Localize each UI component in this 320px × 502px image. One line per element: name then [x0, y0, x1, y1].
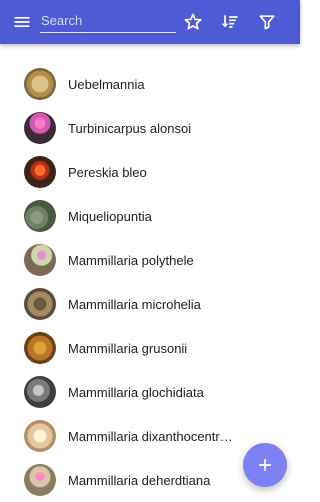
- list-item-label: Mammillaria dixanthocentr…: [68, 428, 233, 444]
- list-item-label: Turbinicarpus alonsoi: [68, 120, 192, 136]
- filter-icon: [259, 15, 275, 30]
- cactus-photo-icon: [24, 376, 56, 408]
- filter-button[interactable]: [255, 10, 279, 34]
- list-item[interactable]: Mammillaria glochidiata: [0, 370, 300, 414]
- cactus-photo-icon: [24, 156, 56, 188]
- sort-icon: [221, 15, 238, 28]
- cactus-photo-icon: [24, 420, 56, 452]
- list-item-label: Pereskia bleo: [68, 164, 147, 180]
- cactus-photo-icon: [24, 68, 56, 100]
- star-icon: [184, 13, 202, 30]
- cactus-photo-icon: [24, 200, 56, 232]
- plus-icon: [259, 459, 271, 471]
- cactus-photo-icon: [24, 244, 56, 276]
- app-bar: [0, 0, 300, 44]
- list-item-label: Miqueliopuntia: [68, 208, 152, 224]
- list-item-label: Mammillaria grusonii: [68, 340, 188, 356]
- list-item[interactable]: Mammillaria grusonii: [0, 326, 300, 370]
- list-item-label: Mammillaria microhelia: [68, 296, 201, 312]
- search-input[interactable]: [40, 8, 176, 33]
- sort-button[interactable]: [218, 10, 242, 34]
- list-item[interactable]: Uebelmannia: [0, 62, 300, 106]
- add-button[interactable]: [243, 443, 287, 487]
- cactus-photo-icon: [24, 112, 56, 144]
- menu-icon: [14, 17, 30, 27]
- list-item[interactable]: Turbinicarpus alonsoi: [0, 106, 300, 150]
- list-item[interactable]: Mammillaria polythele: [0, 238, 300, 282]
- cactus-photo-icon: [24, 332, 56, 364]
- cactus-photo-icon: [24, 288, 56, 320]
- list-item[interactable]: Miqueliopuntia: [0, 194, 300, 238]
- list-item-label: Mammillaria polythele: [68, 252, 194, 268]
- list-item-label: Uebelmannia: [68, 76, 145, 92]
- menu-button[interactable]: [10, 10, 34, 34]
- list-item[interactable]: Pereskia bleo: [0, 150, 300, 194]
- cactus-photo-icon: [24, 464, 56, 496]
- favorite-button[interactable]: [181, 10, 205, 34]
- list-item[interactable]: Mammillaria microhelia: [0, 282, 300, 326]
- list-item-label: Mammillaria glochidiata: [68, 384, 204, 400]
- plant-list: Uebelmannia Turbinicarpus alonsoi Peresk…: [0, 62, 300, 502]
- list-item-label: Mammillaria deherdtiana: [68, 472, 211, 488]
